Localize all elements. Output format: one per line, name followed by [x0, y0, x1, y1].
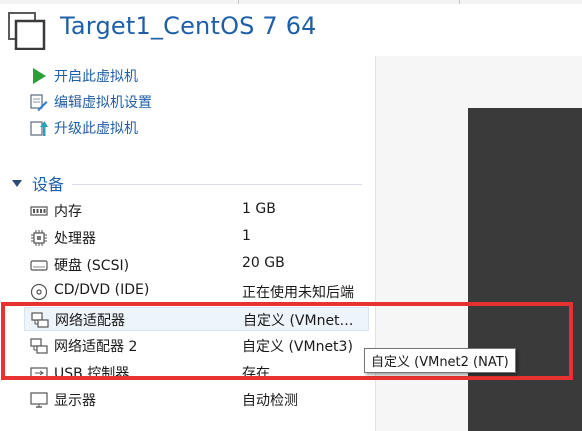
device-row-display[interactable]: 显示器 自动检测: [24, 388, 369, 412]
hard-disk-icon: [30, 260, 48, 271]
edit-vm-settings-link[interactable]: 编辑虚拟机设置: [30, 92, 152, 112]
upgrade-vm-label: 升级此虚拟机: [54, 121, 138, 137]
devices-section-title: 设备: [32, 175, 65, 194]
device-name: 内存: [54, 204, 82, 220]
device-name: 处理器: [54, 231, 96, 247]
play-icon: [33, 68, 46, 84]
display-icon: [30, 392, 48, 408]
device-name: 显示器: [54, 393, 96, 409]
device-value: 20 GB: [242, 255, 285, 271]
virtual-machine-icon: [8, 12, 46, 50]
upgrade-icon: [30, 121, 48, 136]
device-name: CD/DVD (IDE): [54, 282, 150, 298]
vm-header: Target1_CentOS 7 64: [0, 4, 582, 56]
device-value: 自动检测: [242, 393, 298, 409]
device-row-processor[interactable]: 处理器 1: [24, 226, 369, 250]
power-on-vm-label: 开启此虚拟机: [54, 69, 138, 85]
device-value: 正在使用未知后端: [242, 285, 354, 301]
tooltip: 自定义 (VMnet2 (NAT): [364, 348, 516, 373]
devices-section-header[interactable]: 设备: [12, 172, 64, 194]
upgrade-vm-link[interactable]: 升级此虚拟机: [30, 118, 138, 138]
cd-dvd-icon: [30, 283, 48, 301]
device-value: 1: [242, 228, 251, 244]
vm-screen-preview[interactable]: [468, 108, 582, 431]
device-row-memory[interactable]: 内存 1 GB: [24, 199, 369, 223]
edit-vm-settings-label: 编辑虚拟机设置: [54, 95, 152, 111]
power-on-vm-link[interactable]: 开启此虚拟机: [30, 66, 138, 86]
edit-settings-icon: [30, 94, 48, 111]
processor-icon: [31, 230, 47, 246]
section-divider: [72, 184, 362, 185]
device-value: 1 GB: [242, 201, 276, 217]
collapse-triangle-icon[interactable]: [12, 179, 22, 187]
device-row-cd-dvd[interactable]: CD/DVD (IDE) 正在使用未知后端: [24, 280, 369, 304]
device-name: 硬盘 (SCSI): [54, 258, 130, 274]
vm-title: Target1_CentOS 7 64: [60, 12, 317, 40]
device-row-hard-disk[interactable]: 硬盘 (SCSI) 20 GB: [24, 253, 369, 277]
memory-icon: [30, 206, 48, 216]
